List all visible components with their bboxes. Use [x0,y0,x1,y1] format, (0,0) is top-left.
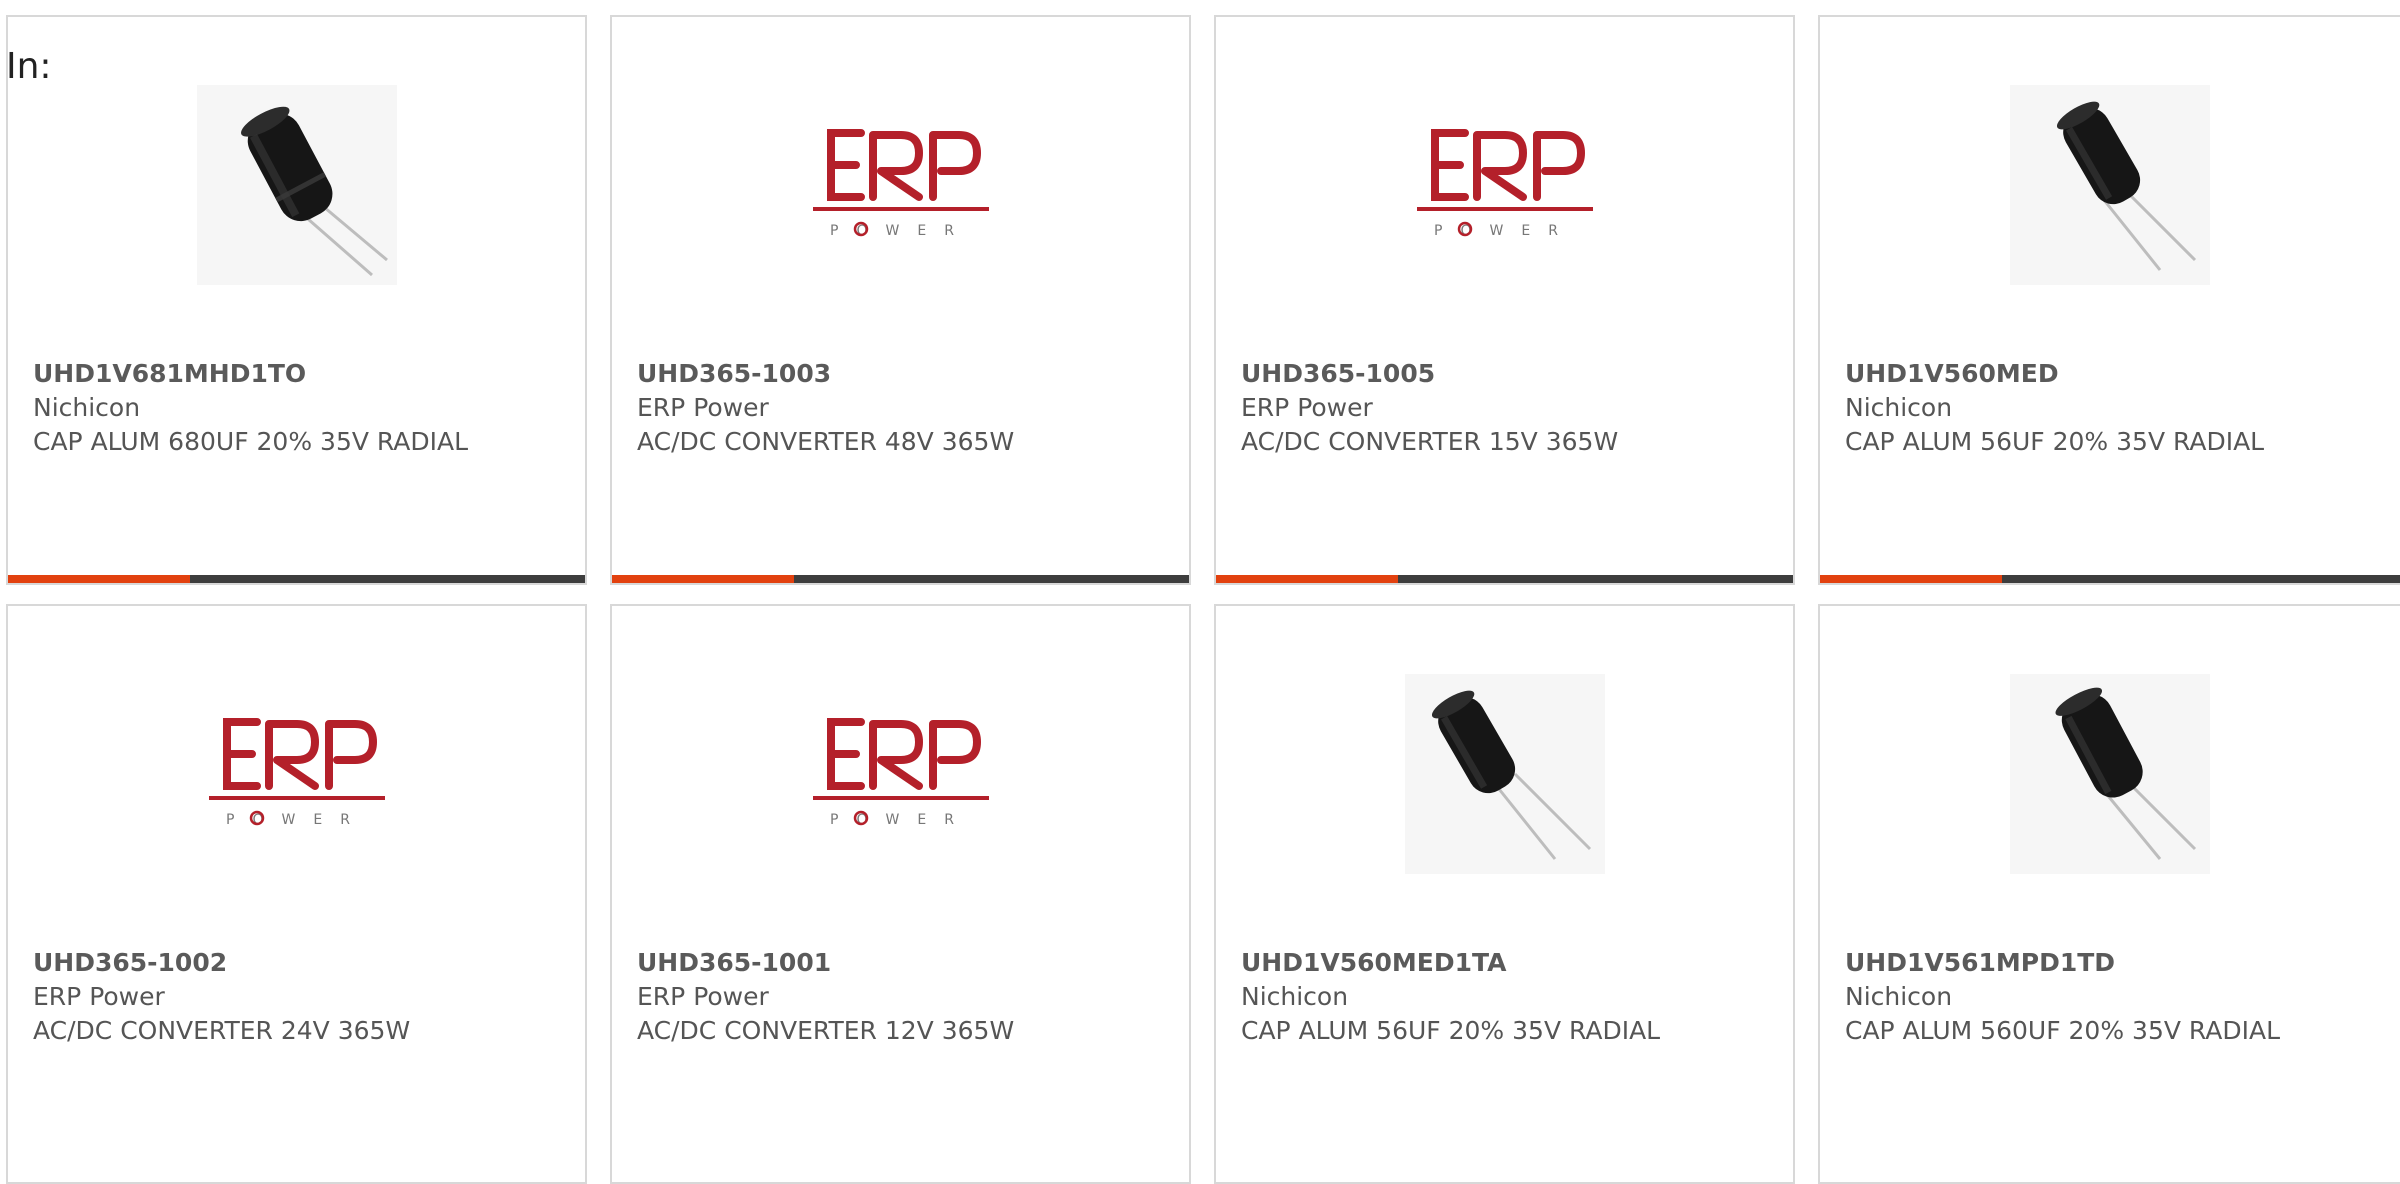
product-card[interactable]: UHD1V561MPD1TD Nichicon CAP ALUM 560UF 2… [1818,604,2400,1184]
in-label: In: [6,46,52,87]
product-info: UHD365-1005 ERP Power AC/DC CONVERTER 15… [1241,357,1773,459]
capacitor-icon [2055,687,2197,860]
product-image[interactable]: POWER [197,674,397,874]
part-number-link[interactable]: UHD365-1003 [637,357,1169,391]
product-image[interactable]: POWER [801,674,1001,874]
product-image[interactable] [196,85,397,285]
manufacturer: ERP Power [637,982,769,1011]
product-card[interactable]: UHD1V560MED1TA Nichicon CAP ALUM 56UF 20… [1214,604,1795,1184]
product-info: UHD1V560MED Nichicon CAP ALUM 56UF 20% 3… [1845,357,2380,459]
product-image[interactable] [1404,674,1605,874]
capacitor-icon [2056,101,2197,271]
card-accent-bar [8,575,585,583]
svg-text:POWER: POWER [226,812,368,828]
part-number-link[interactable]: UHD365-1001 [637,946,1169,980]
manufacturer: ERP Power [1241,393,1373,422]
description: AC/DC CONVERTER 48V 365W [637,427,1015,456]
part-number-link[interactable]: UHD365-1002 [33,946,565,980]
product-card[interactable]: POWER UHD365-1005 ERP Power AC/DC CONVER… [1214,15,1795,585]
manufacturer: ERP Power [637,393,769,422]
description: AC/DC CONVERTER 24V 365W [33,1016,411,1045]
manufacturer: Nichicon [1845,982,1953,1011]
product-card[interactable]: POWER UHD365-1002 ERP Power AC/DC CONVER… [6,604,587,1184]
erp-power-logo-icon: POWER [812,718,989,828]
product-info: UHD1V560MED1TA Nichicon CAP ALUM 56UF 20… [1241,946,1773,1048]
svg-text:POWER: POWER [830,223,972,239]
manufacturer: Nichicon [1241,982,1349,1011]
capacitor-icon [1431,690,1591,860]
manufacturer: Nichicon [33,393,141,422]
erp-power-logo-icon: POWER [812,129,989,239]
product-card[interactable]: UHD1V681MHD1TO Nichicon CAP ALUM 680UF 2… [6,15,587,585]
part-number-link[interactable]: UHD1V560MED [1845,357,2380,391]
part-number-link[interactable]: UHD1V560MED1TA [1241,946,1773,980]
part-number-link[interactable]: UHD365-1005 [1241,357,1773,391]
svg-text:POWER: POWER [1434,223,1576,239]
card-accent-bar [612,575,1189,583]
product-card[interactable]: POWER UHD365-1001 ERP Power AC/DC CONVER… [610,604,1191,1184]
card-accent-bar [1820,575,2400,583]
part-number-link[interactable]: UHD1V561MPD1TD [1845,946,2380,980]
part-number-link[interactable]: UHD1V681MHD1TO [33,357,565,391]
product-info: UHD365-1003 ERP Power AC/DC CONVERTER 48… [637,357,1169,459]
product-image[interactable] [2010,85,2210,285]
product-info: UHD365-1002 ERP Power AC/DC CONVERTER 24… [33,946,565,1048]
erp-power-logo-icon: POWER [208,718,385,828]
product-image[interactable] [2010,674,2210,874]
description: CAP ALUM 56UF 20% 35V RADIAL [1241,1016,1661,1045]
description: CAP ALUM 56UF 20% 35V RADIAL [1845,427,2265,456]
manufacturer: ERP Power [33,982,165,1011]
description: CAP ALUM 560UF 20% 35V RADIAL [1845,1016,2281,1045]
manufacturer: Nichicon [1845,393,1953,422]
svg-text:POWER: POWER [830,812,972,828]
capacitor-icon [240,106,388,277]
description: CAP ALUM 680UF 20% 35V RADIAL [33,427,469,456]
product-info: UHD1V681MHD1TO Nichicon CAP ALUM 680UF 2… [33,357,565,459]
product-info: UHD365-1001 ERP Power AC/DC CONVERTER 12… [637,946,1169,1048]
description: AC/DC CONVERTER 12V 365W [637,1016,1015,1045]
product-info: UHD1V561MPD1TD Nichicon CAP ALUM 560UF 2… [1845,946,2380,1048]
product-card[interactable]: UHD1V560MED Nichicon CAP ALUM 56UF 20% 3… [1818,15,2400,585]
description: AC/DC CONVERTER 15V 365W [1241,427,1619,456]
product-card[interactable]: POWER UHD365-1003 ERP Power AC/DC CONVER… [610,15,1191,585]
product-grid: UHD1V681MHD1TO Nichicon CAP ALUM 680UF 2… [0,0,2400,1184]
product-image[interactable]: POWER [801,85,1001,285]
product-image[interactable]: POWER [1405,85,1605,285]
erp-power-logo-icon: POWER [1416,129,1593,239]
card-accent-bar [1216,575,1793,583]
